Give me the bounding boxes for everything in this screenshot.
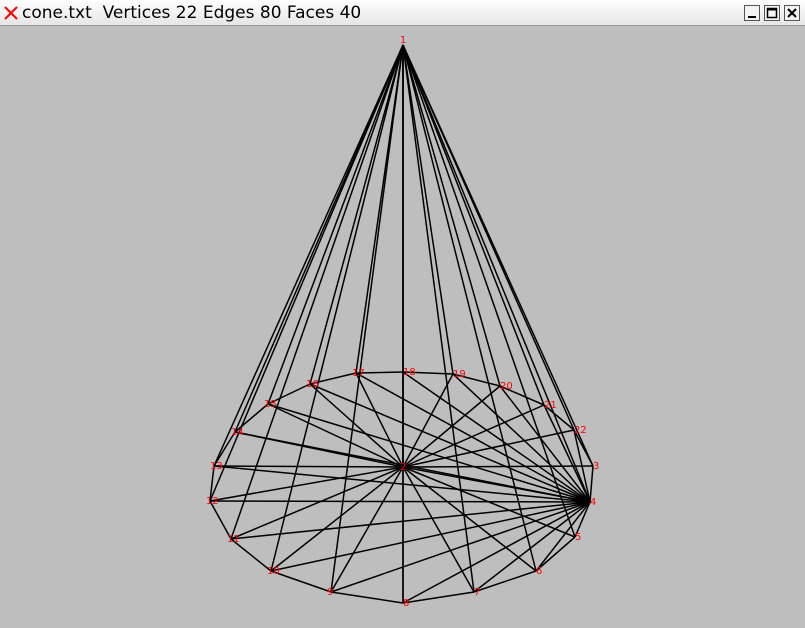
mesh-edges [209,44,594,604]
application-window: cone.txt Vertices 22 Edges 80 Faces 40 1… [0,0,805,628]
vertex-label: 14 [231,427,244,438]
edge-apex-rim [402,44,501,387]
vertex-label: 3 [593,461,599,472]
vertex-label: 20 [500,381,513,392]
vertex-label: 21 [544,400,557,411]
window-title: cone.txt Vertices 22 Edges 80 Faces 40 [22,3,362,23]
edge-rim [330,591,404,604]
edge-hub-rim [543,404,591,503]
vertex-label: 12 [206,496,219,507]
vertex-label: 8 [403,598,409,609]
edge-rim [473,570,537,593]
edge-center-rim [330,466,404,593]
edge-center-rim [209,466,404,502]
edge-hub-rim [270,501,591,572]
vertex-label: 1 [400,35,406,46]
edge-center-rim [402,465,594,468]
edge-hub-rim [473,501,591,593]
app-x-icon [4,6,18,20]
edge-apex-rim [402,44,475,593]
vertex-label: 19 [453,369,466,380]
cone-wireframe[interactable]: 12 34567891011121314151617 18 19202122 [0,26,805,628]
maximize-icon[interactable] [764,5,780,21]
vertex-label: 18 [403,367,416,378]
edge-apex-rim [402,44,591,503]
vertex-label: 11 [227,534,240,545]
edge-apex-rim [309,44,404,385]
edge-apex-rim [355,44,404,374]
edge-apex-rim [270,44,404,572]
vertex-label: 9 [327,587,333,598]
vertex-label: 5 [575,532,581,543]
edge-center-rim [230,466,404,540]
minimize-icon[interactable] [744,5,760,21]
edge-apex-rim [402,44,537,572]
vertex-label: 22 [574,425,587,436]
title-bar[interactable]: cone.txt Vertices 22 Edges 80 Faces 40 [0,0,805,26]
vertex-label: 17 [352,368,365,379]
vertex-label: 6 [536,566,542,577]
vertex-label: 2 [400,462,406,473]
vertex-label: 13 [210,461,223,472]
3d-viewport[interactable]: 1 2 3 4 5 6 7 8 9 10 11 12 13 14 15 16 17 18 19 20 21 22 [0,26,805,628]
edge-center-rim [267,403,404,468]
edge-apex-rim [230,44,404,540]
vertex-label: 7 [474,587,480,598]
edge-apex-rim [402,44,545,406]
edge-center-rim [213,465,404,468]
close-icon[interactable] [784,5,800,21]
edge-apex-rim [267,44,404,405]
vertex-label: 16 [306,379,319,390]
vertex-label: 15 [264,399,277,410]
edge-hub-rim [402,371,591,503]
edge-apex-rim [402,44,454,375]
edge-rim [270,570,332,593]
edge-hub-rim [209,500,591,503]
vertex-label: 4 [590,497,596,508]
vertex-label: 10 [267,566,280,577]
